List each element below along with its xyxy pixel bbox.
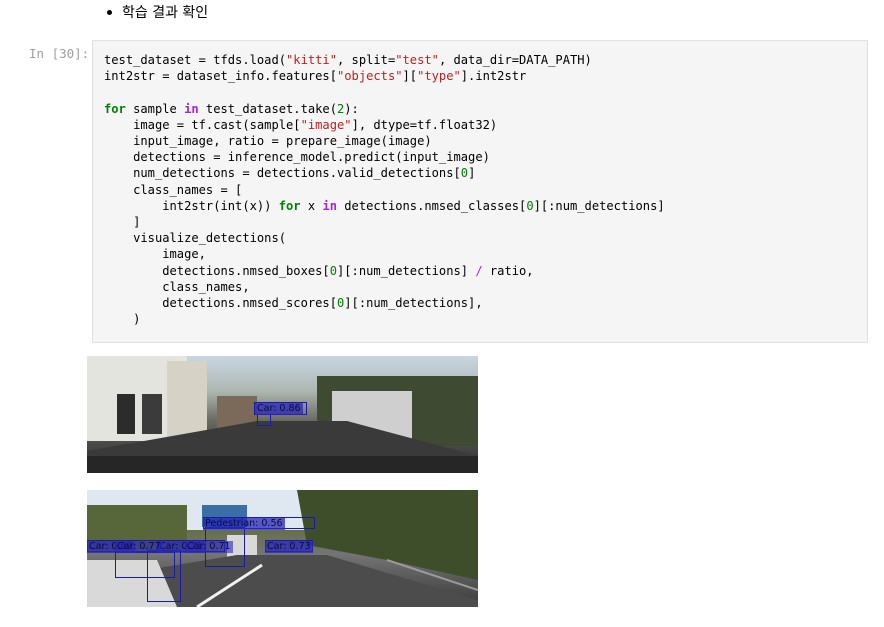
detection-label: Car: 0.77 xyxy=(115,541,163,553)
code-cell[interactable]: test_dataset = tfds.load("kitti", split=… xyxy=(92,40,868,343)
output-image-1: Car: 0.86 xyxy=(87,356,478,473)
section-heading: 학습 결과 확인 xyxy=(107,2,208,22)
detection-label: Car: 0.73 xyxy=(265,541,313,553)
detection-label: Car: 0.71 xyxy=(185,541,233,553)
detection-label: Car: 0.86 xyxy=(255,403,303,415)
section-heading-text: 학습 결과 확인 xyxy=(122,5,209,21)
output-image-2: Pedestrian: 0.56 Car: 0.69 Car: 0.71 Car… xyxy=(87,490,478,607)
detection-box xyxy=(147,550,181,602)
code-editor[interactable]: test_dataset = tfds.load("kitti", split=… xyxy=(104,52,665,327)
detection-box xyxy=(257,414,271,426)
cell-prompt: In [30]: xyxy=(29,46,90,61)
detection-label: Pedestrian: 0.56 xyxy=(203,518,285,530)
bullet-icon xyxy=(107,9,112,15)
